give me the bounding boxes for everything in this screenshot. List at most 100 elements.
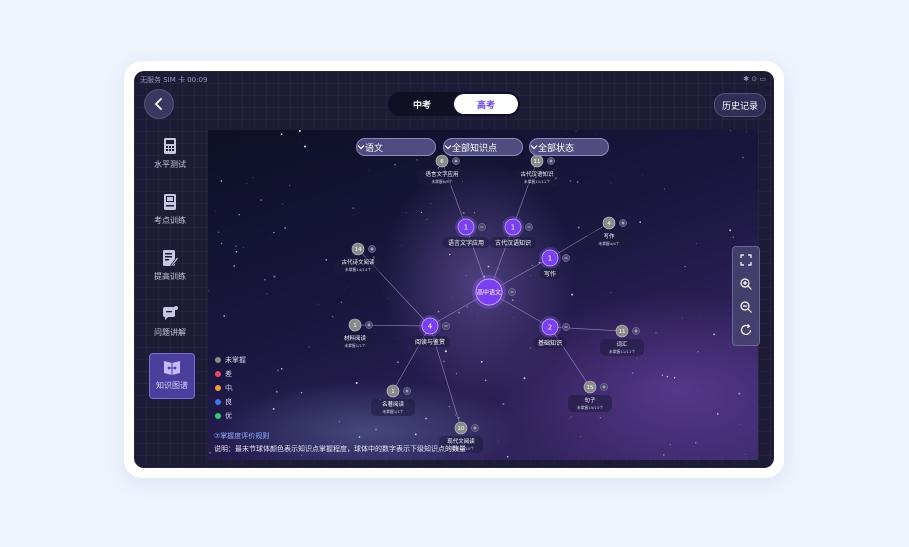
node-label: 语言文字应用: [425, 170, 458, 178]
node-label: 名著阅读: [382, 400, 405, 408]
star: [394, 163, 396, 166]
sidebar-item-label: 问题讲解: [154, 328, 186, 337]
collapse-node-button[interactable]: [562, 323, 570, 331]
star: [462, 212, 465, 214]
star: [502, 403, 505, 406]
node-label: 语言文字应用: [448, 239, 484, 247]
knowledge-graph-canvas: 高中语文1语言文字应用1古代汉语知识1写作4阅读与鉴赏2基础知识6语言文字应用未…: [208, 130, 747, 460]
expand-node-button[interactable]: [547, 157, 555, 165]
star: [738, 392, 741, 395]
back-button[interactable]: [144, 89, 174, 119]
collapse-node-button[interactable]: [508, 288, 516, 296]
star: [332, 441, 334, 443]
sidebar-item-label: 知识图谱: [156, 381, 188, 390]
subject-dropdown[interactable]: 语文: [356, 138, 436, 156]
star: [273, 275, 276, 278]
node-mastery: 未掌握11/11个: [609, 349, 635, 354]
star: [273, 231, 275, 234]
node-mastery: 未掌握1/1个: [344, 343, 366, 348]
star: [280, 133, 283, 136]
node-label: 材料阅读: [344, 334, 367, 342]
fullscreen-icon[interactable]: [739, 253, 753, 267]
knowledge-dropdown[interactable]: 全部知识点: [443, 138, 523, 156]
star: [684, 266, 686, 268]
calculator-icon: [164, 138, 176, 154]
sidebar-item-topic-training[interactable]: 考点训练: [148, 189, 192, 235]
star: [513, 316, 515, 318]
legend-dot: [215, 357, 221, 363]
star: [272, 407, 275, 410]
star: [220, 242, 223, 245]
collapse-node-button[interactable]: [525, 223, 533, 231]
star: [235, 245, 237, 247]
node-count: 15: [587, 385, 594, 391]
star: [246, 183, 248, 184]
sidebar-item-label: 水平测试: [154, 160, 186, 169]
star: [474, 212, 476, 214]
collapse-node-button[interactable]: [478, 223, 486, 231]
star: [477, 314, 479, 316]
zoom-in-icon[interactable]: [739, 277, 753, 291]
node-label: 词汇: [616, 340, 628, 348]
node-count: 1: [391, 389, 395, 395]
map-toolbar: [732, 246, 760, 346]
zoom-out-icon[interactable]: [739, 300, 753, 314]
star: [579, 436, 581, 438]
node-count: 11: [619, 329, 626, 335]
knowledge-dropdown-label: 全部知识点: [452, 143, 498, 154]
star: [529, 347, 532, 349]
star: [358, 436, 361, 438]
star: [282, 203, 284, 205]
star: [636, 358, 638, 360]
star: [235, 251, 238, 253]
expand-node-button[interactable]: [403, 387, 411, 395]
star: [487, 265, 490, 268]
star: [375, 428, 377, 431]
tab-gaokao[interactable]: 高考: [454, 94, 518, 114]
star: [242, 246, 244, 248]
evaluation-rule-link[interactable]: ⑦掌握度评价规则: [214, 431, 269, 441]
star: [661, 374, 664, 376]
expand-node-button[interactable]: [619, 219, 627, 227]
star: [610, 291, 612, 293]
star: [664, 188, 666, 190]
expand-node-button[interactable]: [632, 327, 640, 335]
collapse-node-button[interactable]: [562, 254, 570, 262]
node-count: 11: [534, 159, 541, 165]
star: [713, 333, 716, 336]
star: [642, 174, 644, 176]
expand-node-button[interactable]: [471, 424, 479, 432]
star: [425, 417, 427, 420]
history-button[interactable]: 历史记录: [714, 93, 766, 117]
refresh-icon[interactable]: [739, 323, 753, 337]
star: [673, 377, 676, 379]
star: [263, 278, 266, 281]
exam-tabs: 中考 高考: [388, 92, 520, 116]
star: [485, 379, 487, 382]
status-dropdown[interactable]: 全部状态: [529, 138, 609, 156]
sidebar-item-knowledge-graph[interactable]: 知识图谱: [149, 353, 195, 399]
sidebar-item-question-explain[interactable]: 问题讲解: [148, 301, 192, 347]
star: [401, 245, 402, 246]
star: [577, 226, 580, 229]
legend-item: 优: [215, 409, 246, 423]
expand-node-button[interactable]: [600, 383, 608, 391]
node-mastery: 未掌握15/15个: [577, 405, 603, 410]
star: [666, 375, 669, 378]
expand-node-button[interactable]: [365, 321, 373, 329]
sidebar-item-label: 提高训练: [154, 272, 186, 281]
node-label: 句子: [584, 396, 596, 404]
subject-dropdown-label: 语文: [365, 143, 384, 154]
expand-node-button[interactable]: [452, 157, 460, 165]
sidebar-item-advanced-training[interactable]: 提高训练: [148, 245, 192, 291]
collapse-node-button[interactable]: [442, 322, 450, 330]
sidebar-item-label: 考点训练: [154, 216, 186, 225]
sidebar-item-level-test[interactable]: 水平测试: [148, 133, 192, 179]
star: [238, 214, 240, 216]
tab-zhongkao[interactable]: 中考: [390, 94, 454, 114]
star: [695, 442, 697, 444]
star: [696, 243, 698, 245]
expand-node-button[interactable]: [368, 245, 376, 253]
star: [448, 406, 451, 408]
node-label: 古代汉语知识: [495, 239, 531, 247]
